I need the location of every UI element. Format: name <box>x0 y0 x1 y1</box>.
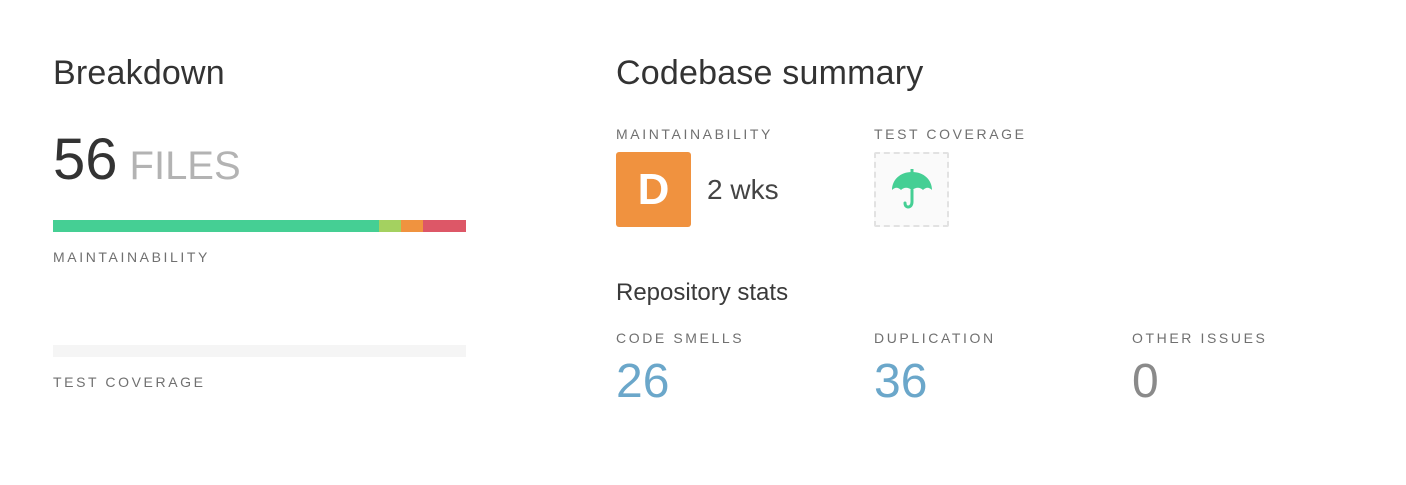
breakdown-test-coverage-label: TEST COVERAGE <box>53 374 206 390</box>
maintainability-segment-d[interactable] <box>422 220 466 232</box>
file-count-line: 56 FILES <box>53 128 466 192</box>
maintainability-label: MAINTAINABILITY <box>616 126 773 142</box>
umbrella-icon <box>891 168 932 208</box>
maintainability-metric: MAINTAINABILITY D 2 wks <box>616 126 779 227</box>
stat-value[interactable]: 36 <box>874 354 996 410</box>
summary-metrics: MAINTAINABILITY D 2 wks TEST COVERAGE <box>616 126 1376 236</box>
stat-other-issues[interactable]: OTHER ISSUES 0 <box>1132 330 1267 410</box>
repository-stats-row: CODE SMELLS 26 DUPLICATION 36 OTHER ISSU… <box>616 330 1376 420</box>
breakdown-section: Breakdown 56 FILES MAINTAINABILITY TEST C… <box>53 52 466 390</box>
technical-debt-time: 2 wks <box>707 173 779 205</box>
stat-code-smells[interactable]: CODE SMELLS 26 <box>616 330 744 410</box>
file-count: 56 <box>53 127 118 192</box>
breakdown-title: Breakdown <box>53 54 225 92</box>
maintainability-segment-c[interactable] <box>401 220 423 232</box>
codebase-summary-title: Codebase summary <box>616 54 924 92</box>
stat-value: 0 <box>1132 355 1159 408</box>
stat-label: OTHER ISSUES <box>1132 330 1268 346</box>
stat-label: CODE SMELLS <box>616 330 745 346</box>
maintainability-grade-badge[interactable]: D <box>616 152 691 227</box>
stat-duplication[interactable]: DUPLICATION 36 <box>874 330 996 410</box>
files-label: FILES <box>129 144 241 188</box>
test-coverage-value <box>874 152 1027 227</box>
codebase-summary-section: Codebase summary MAINTAINABILITY D 2 wks… <box>616 52 1376 420</box>
breakdown-maintainability-label: MAINTAINABILITY <box>53 249 210 265</box>
test-coverage-bar <box>53 345 466 357</box>
maintainability-distribution-bar[interactable] <box>53 220 466 232</box>
maintainability-segment-b[interactable] <box>379 220 402 232</box>
repository-stats-title: Repository stats <box>616 279 789 306</box>
maintainability-value: D 2 wks <box>616 152 779 227</box>
maintainability-segment-a[interactable] <box>53 220 380 232</box>
test-coverage-metric: TEST COVERAGE <box>874 126 1027 227</box>
test-coverage-placeholder[interactable] <box>874 152 949 227</box>
stat-value[interactable]: 26 <box>616 354 744 410</box>
test-coverage-label: TEST COVERAGE <box>874 126 1027 142</box>
stat-label: DUPLICATION <box>874 330 996 346</box>
